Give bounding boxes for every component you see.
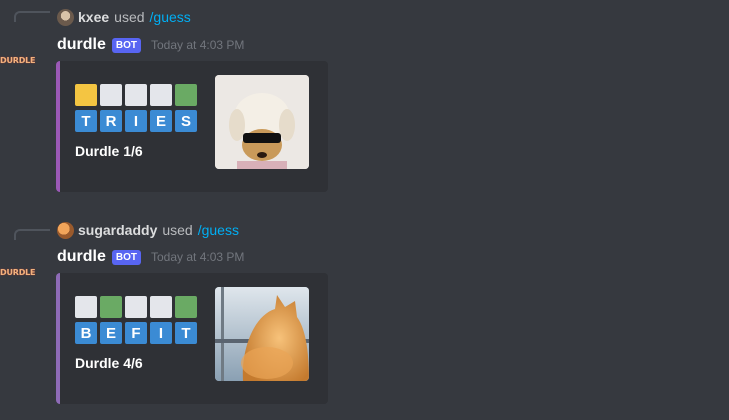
orange-cat-icon: [215, 287, 309, 381]
result-tile: [150, 84, 172, 106]
result-tile: [175, 296, 197, 318]
message-timestamp[interactable]: Today at 4:03 PM: [151, 250, 244, 264]
letter-tile: T: [175, 322, 197, 344]
reply-command-link[interactable]: /guess: [150, 9, 191, 25]
result-tile: [75, 296, 97, 318]
result-tiles: [75, 296, 197, 318]
bot-avatar[interactable]: DURDLE: [0, 265, 40, 279]
letter-tile: F: [125, 322, 147, 344]
bot-avatar-logo: DURDLE: [0, 267, 36, 277]
guess-letters: B E F I T: [75, 322, 197, 344]
reply-connector: [14, 229, 50, 240]
result-tile: [150, 296, 172, 318]
reply-username[interactable]: sugardaddy: [78, 222, 157, 238]
letter-tile: R: [100, 110, 122, 132]
letter-tile: I: [150, 322, 172, 344]
user-avatar[interactable]: [57, 8, 74, 26]
reply-connector: [14, 11, 50, 22]
reply-used-label: used: [162, 222, 193, 238]
guess-letters: T R I E S: [75, 110, 197, 132]
reply-command-link[interactable]: /guess: [198, 222, 239, 238]
bot-avatar[interactable]: DURDLE: [0, 53, 40, 67]
result-tile: [100, 296, 122, 318]
dog-sunglasses-image[interactable]: [215, 75, 309, 169]
result-tiles: [75, 84, 197, 106]
orange-cat-image[interactable]: [215, 287, 309, 381]
guess-embed: T R I E S Durdle 1/6: [56, 61, 328, 192]
bot-username[interactable]: durdle: [57, 248, 106, 266]
letter-tile: I: [125, 110, 147, 132]
user-avatar[interactable]: [57, 221, 74, 239]
score-text: Durdle 4/6: [75, 355, 143, 371]
result-tile: [75, 84, 97, 106]
letter-tile: E: [100, 322, 122, 344]
letter-tile: E: [150, 110, 172, 132]
reply-used-label: used: [114, 9, 145, 25]
bot-username[interactable]: durdle: [57, 36, 106, 54]
result-tile: [100, 84, 122, 106]
result-tile: [175, 84, 197, 106]
letter-tile: T: [75, 110, 97, 132]
dog-sunglasses-icon: [215, 75, 309, 169]
result-tile: [125, 296, 147, 318]
reply-username[interactable]: kxee: [78, 9, 109, 25]
message-header: durdle BOT Today at 4:03 PM: [57, 34, 244, 56]
message-timestamp[interactable]: Today at 4:03 PM: [151, 38, 244, 52]
result-tile: [125, 84, 147, 106]
letter-tile: S: [175, 110, 197, 132]
letter-tile: B: [75, 322, 97, 344]
score-text: Durdle 1/6: [75, 143, 143, 159]
bot-avatar-logo: DURDLE: [0, 55, 36, 65]
bot-badge: BOT: [111, 37, 141, 53]
guess-embed: B E F I T Durdle 4/6: [56, 273, 328, 404]
message-header: durdle BOT Today at 4:03 PM: [57, 246, 244, 268]
bot-badge: BOT: [111, 249, 141, 265]
reply-context[interactable]: kxee used /guess: [57, 8, 191, 26]
reply-context[interactable]: sugardaddy used /guess: [57, 221, 239, 239]
